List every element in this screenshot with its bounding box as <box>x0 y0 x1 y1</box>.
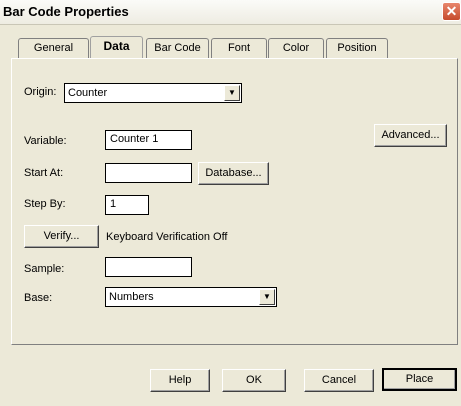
origin-select[interactable]: Counter ▼ <box>64 83 242 103</box>
title-bar: Bar Code Properties ✕ <box>0 0 461 25</box>
close-icon: ✕ <box>445 3 458 19</box>
variable-field[interactable]: Counter 1 <box>105 130 192 150</box>
tab-position[interactable]: Position <box>326 38 388 59</box>
verify-button[interactable]: Verify... <box>24 225 99 248</box>
ok-button[interactable]: OK <box>222 369 286 392</box>
place-button[interactable]: Place <box>382 368 457 391</box>
start-at-label: Start At: <box>24 167 64 179</box>
step-by-label: Step By: <box>24 198 66 210</box>
tab-general[interactable]: General <box>18 38 89 59</box>
sample-label: Sample: <box>24 263 65 275</box>
chevron-down-icon[interactable]: ▼ <box>259 289 275 305</box>
tab-data[interactable]: Data <box>90 36 143 59</box>
tab-font[interactable]: Font <box>211 38 267 59</box>
cancel-button[interactable]: Cancel <box>304 369 374 392</box>
variable-label: Variable: <box>24 135 67 147</box>
start-at-field[interactable] <box>105 163 192 183</box>
sample-field[interactable] <box>105 257 192 277</box>
database-button[interactable]: Database... <box>198 162 269 185</box>
window-title: Bar Code Properties <box>3 4 129 19</box>
verification-status: Keyboard Verification Off <box>106 231 228 243</box>
close-button[interactable]: ✕ <box>442 2 461 21</box>
chevron-down-icon[interactable]: ▼ <box>224 85 240 101</box>
tab-color[interactable]: Color <box>268 38 324 59</box>
base-label: Base: <box>24 292 53 304</box>
help-button[interactable]: Help <box>150 369 210 392</box>
tab-bar-code[interactable]: Bar Code <box>146 38 209 59</box>
base-select[interactable]: Numbers ▼ <box>105 287 277 307</box>
origin-label: Origin: <box>24 86 57 98</box>
base-value: Numbers <box>109 291 154 303</box>
advanced-button[interactable]: Advanced... <box>374 124 447 147</box>
origin-value: Counter <box>68 87 108 99</box>
step-by-field[interactable]: 1 <box>105 195 149 215</box>
